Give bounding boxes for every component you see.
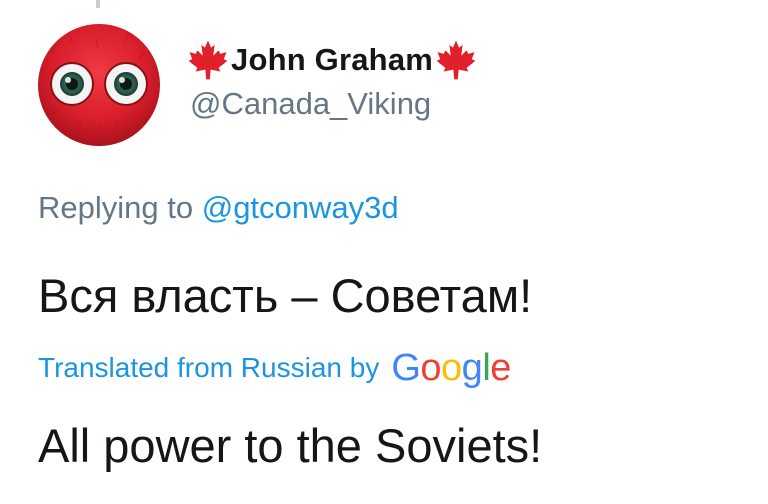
display-name-row[interactable]: John Graham (186, 38, 478, 82)
google-logo-letter: e (490, 346, 511, 389)
maple-leaf-icon (188, 40, 228, 80)
translated-tweet-text: All power to the Soviets! (38, 419, 543, 472)
mention-link[interactable]: @gtconway3d (202, 190, 399, 225)
translation-attribution: Translated from Russian by Google (38, 346, 511, 390)
tweet-card: John Graham @Canada_Viking Replying to @… (0, 0, 768, 504)
avatar[interactable] (38, 24, 160, 146)
translated-from-label[interactable]: Translated from Russian by (38, 352, 379, 384)
user-handle[interactable]: @Canada_Viking (190, 86, 431, 122)
replying-to-line: Replying to @gtconway3d (38, 190, 399, 226)
thread-connector-line (96, 0, 100, 8)
google-logo-letter: g (461, 346, 483, 389)
google-logo-letter: o (441, 346, 462, 389)
maple-leaf-icon (436, 40, 476, 80)
google-logo: Google (391, 347, 511, 390)
display-name: John Graham (231, 42, 434, 77)
google-logo-letter: G (391, 346, 421, 389)
tweet-text: Вся власть – Советам! (38, 269, 533, 322)
google-logo-letter: l (482, 346, 491, 389)
replying-to-label: Replying to (38, 190, 194, 225)
google-logo-letter: o (420, 346, 442, 389)
